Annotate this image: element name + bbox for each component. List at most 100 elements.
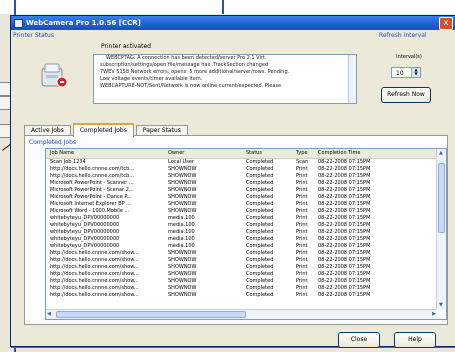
status-line: WEBCAPTURE-NOT/Sent/Network is now onlin…: [100, 83, 282, 89]
spinner-arrows-icon[interactable]: ▲ ▼: [411, 68, 420, 77]
background-divider: [222, 0, 224, 14]
table-cell: Print: [296, 278, 308, 284]
webcamera-dialog: WebCamera Pro 1.0.56 [CCR] x Printer Sta…: [10, 15, 455, 348]
table-cell: 08-22-2008 07:15PM: [318, 222, 371, 228]
table-cell: Print: [296, 292, 308, 298]
status-line: 7WEV 5158 Network errors: opens: 5 more …: [100, 69, 290, 75]
status-line: subscription/settings/open file/message …: [100, 62, 269, 68]
table-cell: SHOWNOW: [168, 194, 197, 200]
table-cell: Print: [296, 222, 308, 228]
table-cell: Microsoft Word - 1000.Mobile ...: [50, 208, 130, 214]
table-cell: Microsoft PowerPoint - Dance P...: [50, 194, 132, 200]
table-cell: SHOWNOW: [168, 285, 197, 291]
horizontal-scroll-thumb[interactable]: [56, 311, 246, 318]
column-header[interactable]: Type: [296, 149, 318, 158]
column-header[interactable]: Status: [246, 149, 296, 158]
table-row[interactable]: Microsoft Word - 1000.Mobile ... SHOWNOW C…: [46, 208, 446, 215]
table-cell: 08-22-2008 07:15PM: [318, 215, 371, 221]
table-cell: Print: [296, 236, 308, 242]
scroll-right-icon[interactable]: ▶: [432, 311, 436, 317]
table-cell: 08-22-2008 07:15PM: [318, 194, 371, 200]
table-cell: 08-22-2008 07:15PM: [318, 257, 371, 263]
table-cell: Completed: [246, 264, 274, 270]
table-cell: http://docs.hello.cnnne.com/show...: [50, 292, 139, 298]
table-cell: SHOWNOW: [168, 264, 197, 270]
table-row[interactable]: http://docs.hello.cnnne.com/show... SHOWN…: [46, 250, 446, 257]
table-cell: Print: [296, 229, 308, 235]
scroll-down-icon[interactable]: ▼: [439, 302, 443, 308]
table-cell: Completed: [246, 243, 274, 249]
table-row[interactable]: http://docs.hello.cnnne.com/tcb... SHOWNO…: [46, 173, 446, 180]
list-horizontal-scrollbar[interactable]: ◀ ▶: [46, 309, 437, 319]
table-cell: Completed: [246, 173, 274, 179]
table-cell: Print: [296, 187, 308, 193]
table-cell: Microsoft Internet Explorer BP ...: [50, 201, 131, 207]
table-row[interactable]: whitebyteyu_DPV00000000 media.100 Complete…: [46, 215, 446, 222]
table-row[interactable]: whitebyteyu_DPV00000000 media.100 Complete…: [46, 236, 446, 243]
help-button[interactable]: Help: [394, 332, 436, 348]
table-cell: 08-22-2008 07:15PM: [318, 159, 371, 165]
table-cell: 08-22-2008 07:15PM: [318, 166, 371, 172]
table-cell: Completed: [246, 236, 274, 242]
scroll-left-icon[interactable]: ◀: [47, 311, 51, 317]
table-cell: Completed: [246, 187, 274, 193]
interval-value: 10: [396, 70, 404, 77]
table-cell: 08-22-2008 07:15PM: [318, 201, 371, 207]
table-cell: whitebyteyu_DPV00000000: [50, 222, 120, 228]
table-cell: SHOWNOW: [168, 292, 197, 298]
table-cell: http://docs.hello.cnnne.com/show...: [50, 285, 139, 291]
interval-spinner[interactable]: 10 ▲ ▼: [391, 67, 421, 78]
table-cell: 08-22-2008 07:15PM: [318, 278, 371, 284]
table-row[interactable]: whitebyteyu_DPV00000000 media.100 Complete…: [46, 229, 446, 236]
table-row[interactable]: Microsoft PowerPoint - Scanner ... SHOWNO…: [46, 180, 446, 187]
tab-completed-jobs[interactable]: Completed Jobs: [72, 123, 134, 137]
table-cell: SHOWNOW: [168, 180, 197, 186]
table-cell: Print: [296, 215, 308, 221]
column-header[interactable]: Completion Time: [318, 149, 428, 158]
vertical-scroll-thumb[interactable]: [438, 163, 445, 233]
background-titlebar: [0, 0, 455, 14]
table-cell: 08-22-2008 07:15PM: [318, 187, 371, 193]
status-message-box[interactable]: WEBCPTAG: A connection has been detected…: [93, 54, 357, 104]
refresh-now-button[interactable]: Refresh Now: [381, 87, 431, 103]
table-cell: 08-22-2008 07:15PM: [318, 180, 371, 186]
table-row[interactable]: whitebyteyu_DPV00000000 media.100 Complete…: [46, 243, 446, 250]
dialog-titlebar[interactable]: WebCamera Pro 1.0.56 [CCR] x: [11, 16, 455, 30]
table-row[interactable]: Microsoft PowerPoint - Dance P... SHOWNOW…: [46, 194, 446, 201]
table-cell: Print: [296, 250, 308, 256]
table-cell: Print: [296, 285, 308, 291]
status-scrollbar[interactable]: [348, 55, 356, 103]
table-cell: SHOWNOW: [168, 278, 197, 284]
table-cell: Completed: [246, 229, 274, 235]
table-row[interactable]: http://docs.hello.cnnne.com/tcb... SHOWNO…: [46, 166, 446, 173]
table-row[interactable]: Scan Job 1234 Local User Completed Scan 08-2…: [46, 159, 446, 166]
table-cell: SHOWNOW: [168, 250, 197, 256]
status-message-title: Printer activated: [101, 43, 151, 50]
table-row[interactable]: http://docs.hello.cnnne.com/show... SHOWN…: [46, 264, 446, 271]
close-icon[interactable]: x: [439, 16, 453, 30]
table-cell: Completed: [246, 201, 274, 207]
table-cell: Print: [296, 208, 308, 214]
column-header[interactable]: Job Name: [46, 149, 168, 158]
table-row[interactable]: http://docs.hello.cnnne.com/show... SHOWN…: [46, 257, 446, 264]
table-cell: Print: [296, 166, 308, 172]
status-line: Low voltage events/timer available Item.: [100, 76, 203, 82]
table-cell: 08-22-2008 07:15PM: [318, 229, 371, 235]
scroll-up-icon[interactable]: ▲: [439, 150, 443, 156]
column-header[interactable]: Owner: [168, 149, 246, 158]
table-cell: 08-22-2008 07:15PM: [318, 271, 371, 277]
table-cell: http://docs.hello.cnnne.com/show...: [50, 278, 139, 284]
table-cell: Completed: [246, 271, 274, 277]
table-row[interactable]: Microsoft Internet Explorer BP ... SHOWNO…: [46, 201, 446, 208]
table-cell: SHOWNOW: [168, 201, 197, 207]
table-row[interactable]: http://docs.hello.cnnne.com/show... SHOWN…: [46, 285, 446, 292]
list-vertical-scrollbar[interactable]: ▲ ▼: [436, 149, 446, 309]
table-cell: Print: [296, 271, 308, 277]
close-button[interactable]: Close: [338, 332, 380, 348]
table-row[interactable]: Microsoft PowerPoint - Scenar 2... SHOWNO…: [46, 187, 446, 194]
table-row[interactable]: http://docs.hello.cnnne.com/show... SHOWN…: [46, 278, 446, 285]
table-row[interactable]: http://docs.hello.cnnne.com/show... SHOWN…: [46, 271, 446, 278]
table-row[interactable]: whitebyteyu_DPV00000000 media.100 Complete…: [46, 222, 446, 229]
jobs-list[interactable]: Job Name Owner Status Type Completion Ti…: [45, 148, 447, 320]
table-row[interactable]: http://docs.hello.cnnne.com/show... SHOWN…: [46, 292, 446, 299]
